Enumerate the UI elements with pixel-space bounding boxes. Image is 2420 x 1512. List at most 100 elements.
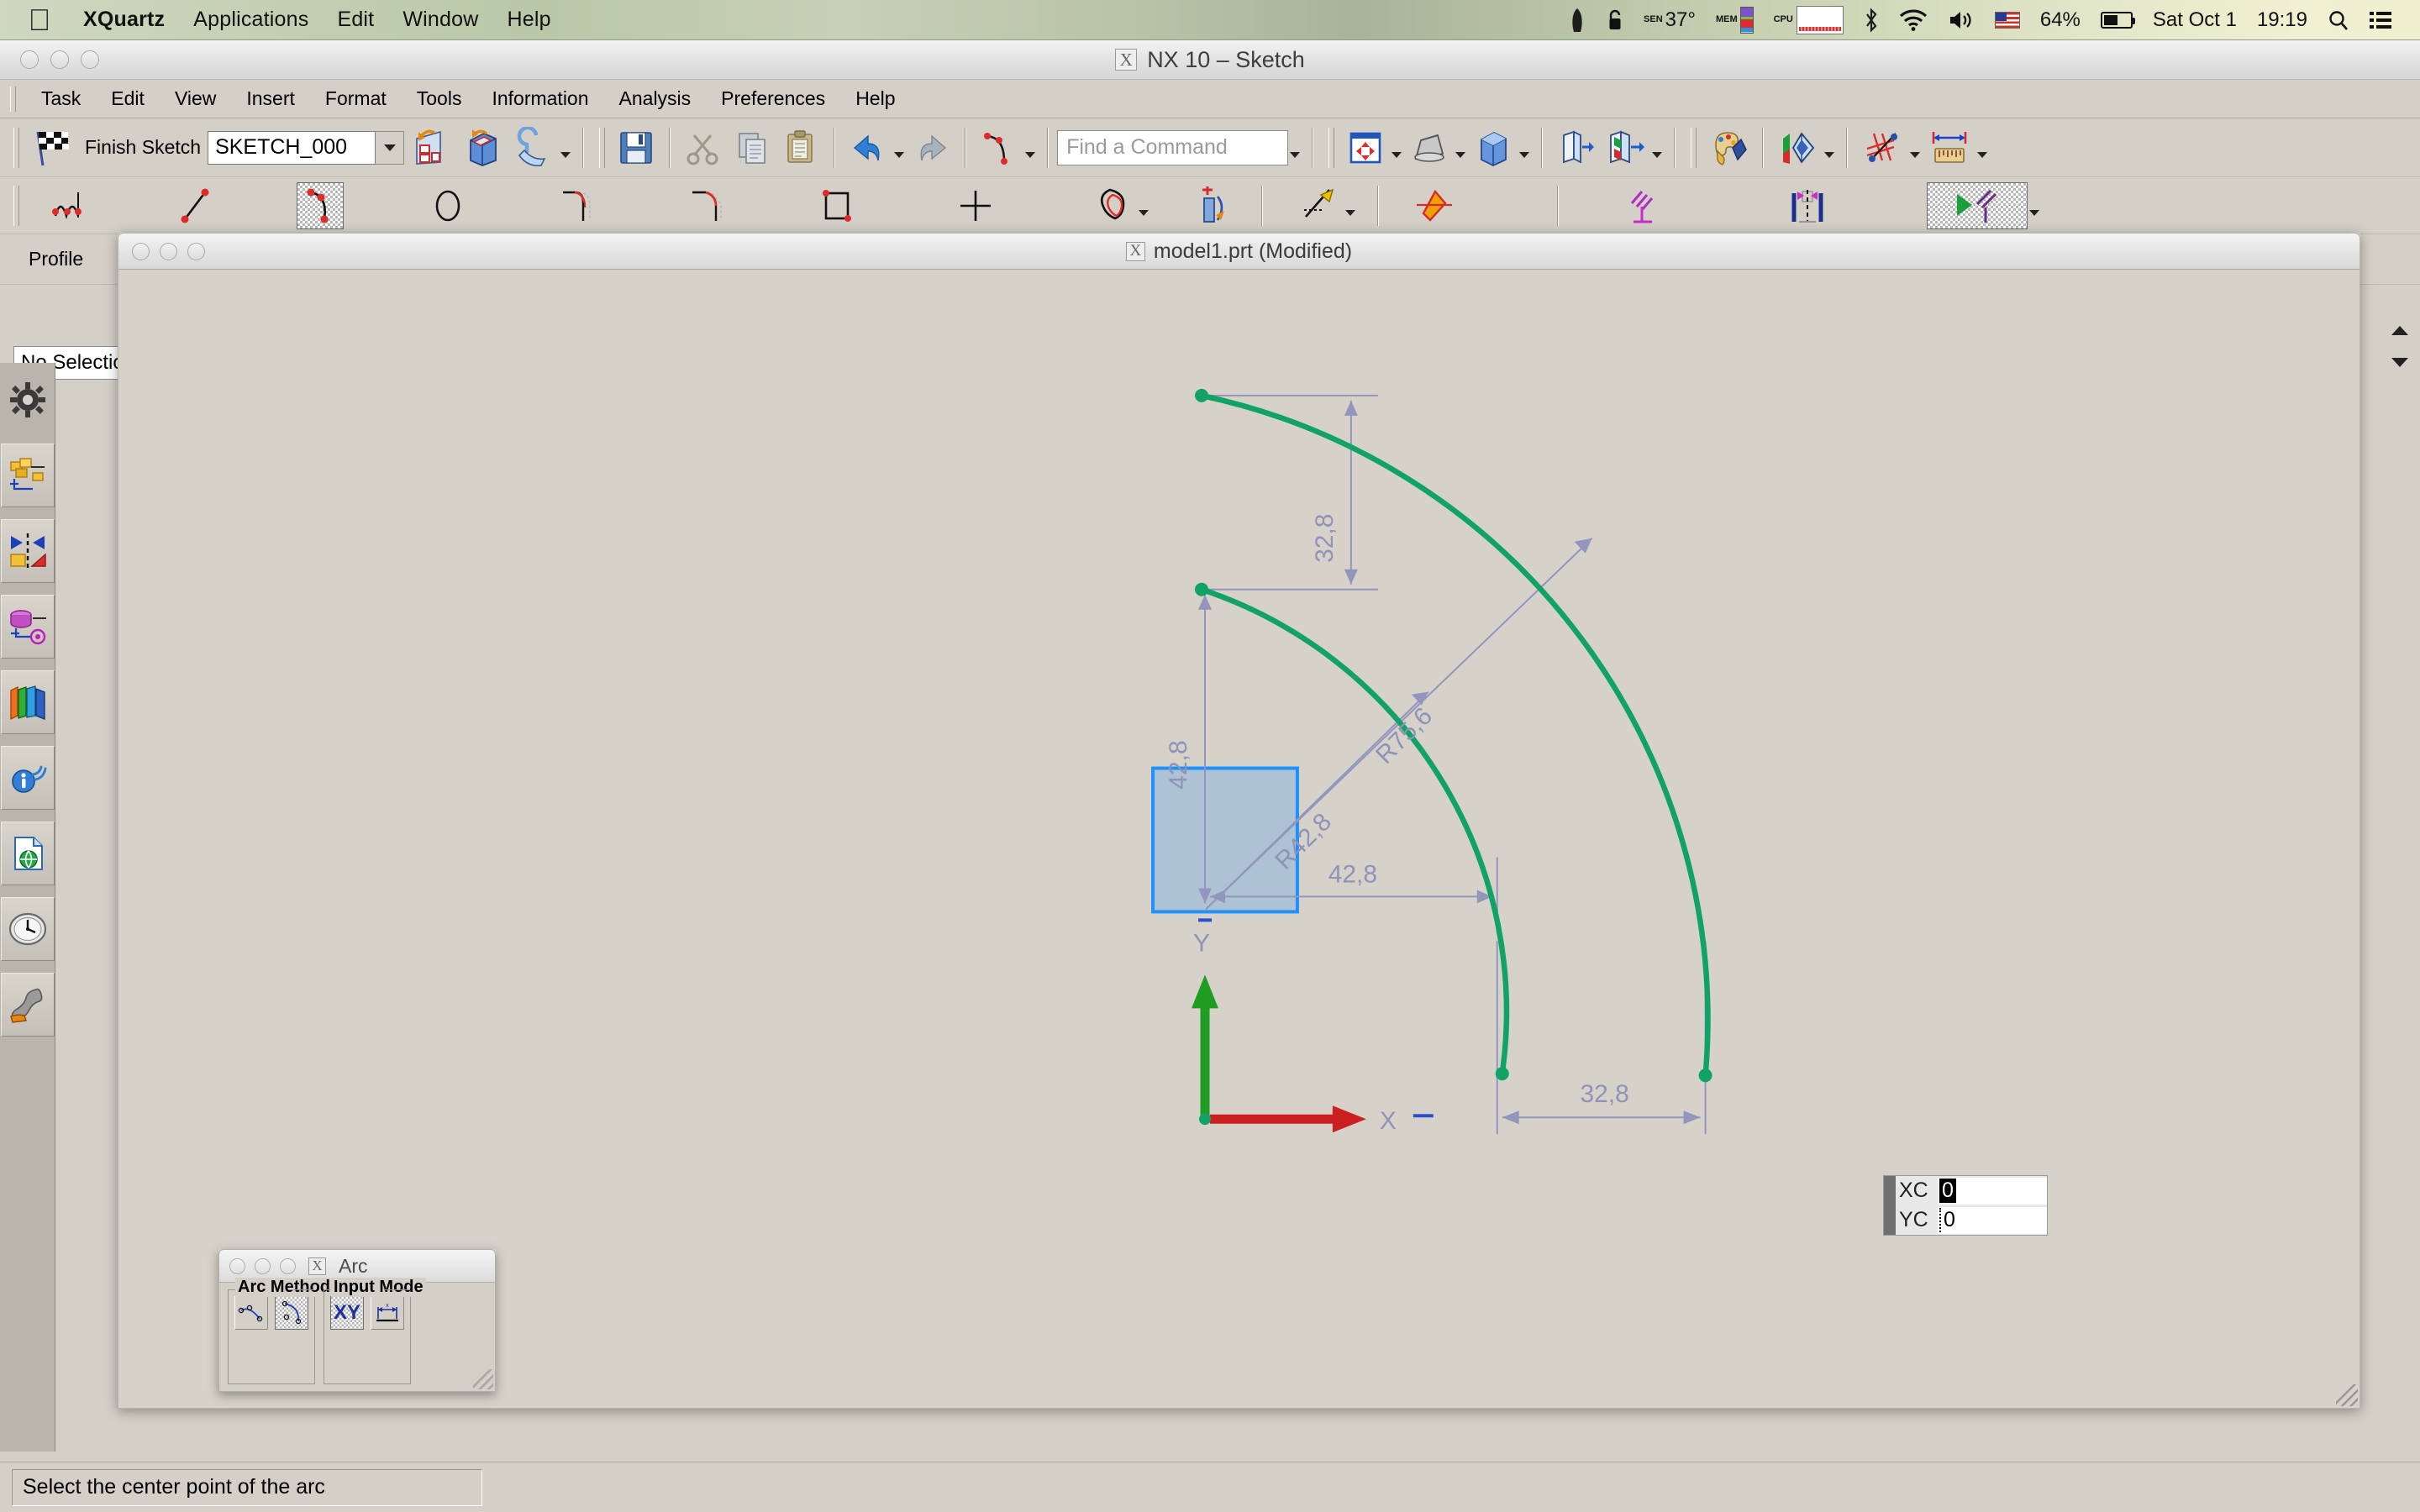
clock-time[interactable]: 19:19: [2247, 0, 2317, 40]
profile-tool[interactable]: [45, 182, 92, 229]
coordinate-input-box[interactable]: XC 0 YC 0: [1883, 1175, 2048, 1236]
circle-tool[interactable]: [424, 182, 471, 229]
arc-dialog-zoom-button[interactable]: [280, 1257, 296, 1274]
menu-insert[interactable]: Insert: [231, 84, 310, 113]
arc-dialog-minimize-button[interactable]: [255, 1257, 271, 1274]
spotlight-search-icon[interactable]: [2317, 0, 2360, 40]
finish-sketch-label[interactable]: Finish Sketch: [78, 136, 208, 159]
notification-center-icon[interactable]: [2360, 0, 2402, 40]
coordinate-xy-mode-button[interactable]: XY: [330, 1296, 364, 1330]
copy-button[interactable]: [728, 123, 776, 172]
undo-dropdown-icon[interactable]: [894, 152, 905, 158]
toolbar-grip-1[interactable]: [13, 127, 19, 168]
coordinate-box-drag-handle[interactable]: [1884, 1176, 1896, 1235]
menu-edit[interactable]: Edit: [96, 84, 160, 113]
studio-spline-button[interactable]: [975, 123, 1023, 172]
arc-dialog-resize-grip[interactable]: [473, 1369, 493, 1389]
fit-dropdown-icon[interactable]: [1392, 152, 1402, 158]
wifi-icon[interactable]: [1889, 0, 1938, 40]
chevron-down-icon[interactable]: [376, 130, 405, 165]
volume-icon[interactable]: [1938, 0, 1985, 40]
parameter-mode-button[interactable]: x: [371, 1296, 404, 1330]
sketch-name-combo[interactable]: SKETCH_000: [208, 130, 376, 165]
sidebar-item-web-browser[interactable]: [0, 822, 55, 885]
fillet-tool[interactable]: [555, 182, 602, 229]
undo-button[interactable]: [844, 123, 892, 172]
arc-dialog-close-button[interactable]: [229, 1257, 245, 1274]
arc-tool[interactable]: [297, 181, 344, 229]
sidebar-item-reuse-library[interactable]: [0, 595, 55, 659]
bluetooth-icon[interactable]: [1854, 0, 1889, 40]
clock-date[interactable]: Sat Oct 1: [2143, 0, 2247, 40]
dropbox-icon[interactable]: [1558, 0, 1597, 40]
sketch-canvas[interactable]: Y X 32,8 42,8 R42,8 R75,6 42,8 32,8: [118, 270, 2360, 1408]
arc-endpoints[interactable]: [1195, 388, 1712, 1083]
toolbar-grip-4[interactable]: [1691, 127, 1697, 168]
sidebar-item-assembly-navigator[interactable]: [0, 368, 55, 432]
battery-icon[interactable]: [2091, 0, 2143, 40]
rectangle-tool[interactable]: [814, 182, 861, 229]
origin-point[interactable]: [1199, 1113, 1212, 1126]
menu-information[interactable]: Information: [476, 84, 603, 113]
sketch-dimension-button[interactable]: [1923, 123, 1975, 172]
curve-tools-dropdown-icon[interactable]: [1139, 210, 1149, 216]
finish-sketch-button[interactable]: [26, 123, 78, 172]
cut-button[interactable]: [679, 123, 728, 172]
zoom-dropdown-icon[interactable]: [1455, 152, 1466, 158]
yc-input[interactable]: 0: [1938, 1206, 2047, 1234]
face-analysis-button[interactable]: [1772, 123, 1823, 172]
sidebar-item-constraint-navigator[interactable]: [0, 519, 55, 583]
mac-menu-help[interactable]: Help: [492, 8, 565, 32]
sidebar-item-part-navigator[interactable]: [0, 444, 55, 507]
battery-percent-label[interactable]: 64%: [2030, 0, 2091, 40]
perpendicular-constraint-tool[interactable]: [1619, 182, 1666, 229]
search-input[interactable]: Find a Command: [1057, 129, 1289, 165]
render-dropdown-icon[interactable]: [1519, 152, 1530, 158]
quick-trim-tool[interactable]: [1297, 182, 1344, 229]
orient-view-button[interactable]: [1551, 123, 1600, 172]
sketch-style-button[interactable]: [508, 123, 559, 172]
studio-spline-tool[interactable]: [1090, 182, 1137, 229]
menu-task[interactable]: Task: [26, 84, 96, 113]
chamfer-tool[interactable]: [685, 182, 732, 229]
mac-menu-edit[interactable]: Edit: [323, 8, 388, 32]
menu-analysis[interactable]: Analysis: [604, 84, 707, 113]
parallel-constraint-tool[interactable]: [1927, 181, 2028, 229]
model-graphics-window[interactable]: Y X 32,8 42,8 R42,8 R75,6 42,8 32,8 XC 0…: [118, 270, 2360, 1409]
apple-logo-icon[interactable]: : [25, 3, 54, 37]
menu-tools[interactable]: Tools: [402, 84, 477, 113]
paste-button[interactable]: [776, 123, 825, 172]
point-tool[interactable]: [952, 182, 999, 229]
view-dropdown-icon[interactable]: [1652, 152, 1663, 158]
toolbar-grip-3[interactable]: [1328, 127, 1335, 168]
menu-preferences[interactable]: Preferences: [706, 84, 840, 113]
menu-format[interactable]: Format: [310, 84, 402, 113]
lock-icon[interactable]: [1597, 0, 1634, 40]
model-window-resize-grip[interactable]: [2336, 1384, 2358, 1406]
three-point-arc-method-button[interactable]: [234, 1296, 268, 1330]
scroll-up-arrow-icon[interactable]: [2391, 326, 2408, 335]
orient-view-to-sketch-button[interactable]: [458, 123, 508, 172]
sidebar-item-roles[interactable]: [0, 973, 55, 1037]
curve-dropdown-icon[interactable]: [1025, 152, 1036, 158]
constraint-tools-dropdown-icon[interactable]: [2029, 210, 2039, 216]
menubar-grip[interactable]: [10, 86, 16, 112]
reattach-sketch-button[interactable]: [404, 123, 458, 172]
symmetric-constraint-tool[interactable]: [1784, 182, 1831, 229]
quick-extend-tool[interactable]: [1411, 182, 1458, 229]
analysis-dropdown-icon[interactable]: [1824, 152, 1835, 158]
menu-help[interactable]: Help: [840, 84, 910, 113]
dimension-dropdown-icon[interactable]: [1977, 152, 1988, 158]
redo-button[interactable]: [908, 123, 956, 172]
cpu-monitor-icon[interactable]: CPU: [1764, 0, 1854, 40]
offset-curve-tool[interactable]: [1189, 182, 1236, 229]
sketch-tools-overflow-icon[interactable]: [560, 152, 571, 158]
mac-menu-window[interactable]: Window: [388, 8, 492, 32]
sketch-toolbar-grip[interactable]: [13, 185, 19, 226]
show-constraints-button[interactable]: [1856, 123, 1908, 172]
scroll-down-arrow-icon[interactable]: [2391, 358, 2408, 367]
sensor-temperature-indicator[interactable]: SEN 37°: [1634, 0, 1706, 40]
xc-input[interactable]: 0: [1938, 1177, 2047, 1205]
fit-view-button[interactable]: [1341, 123, 1390, 172]
shaded-render-style-button[interactable]: [1469, 123, 1518, 172]
